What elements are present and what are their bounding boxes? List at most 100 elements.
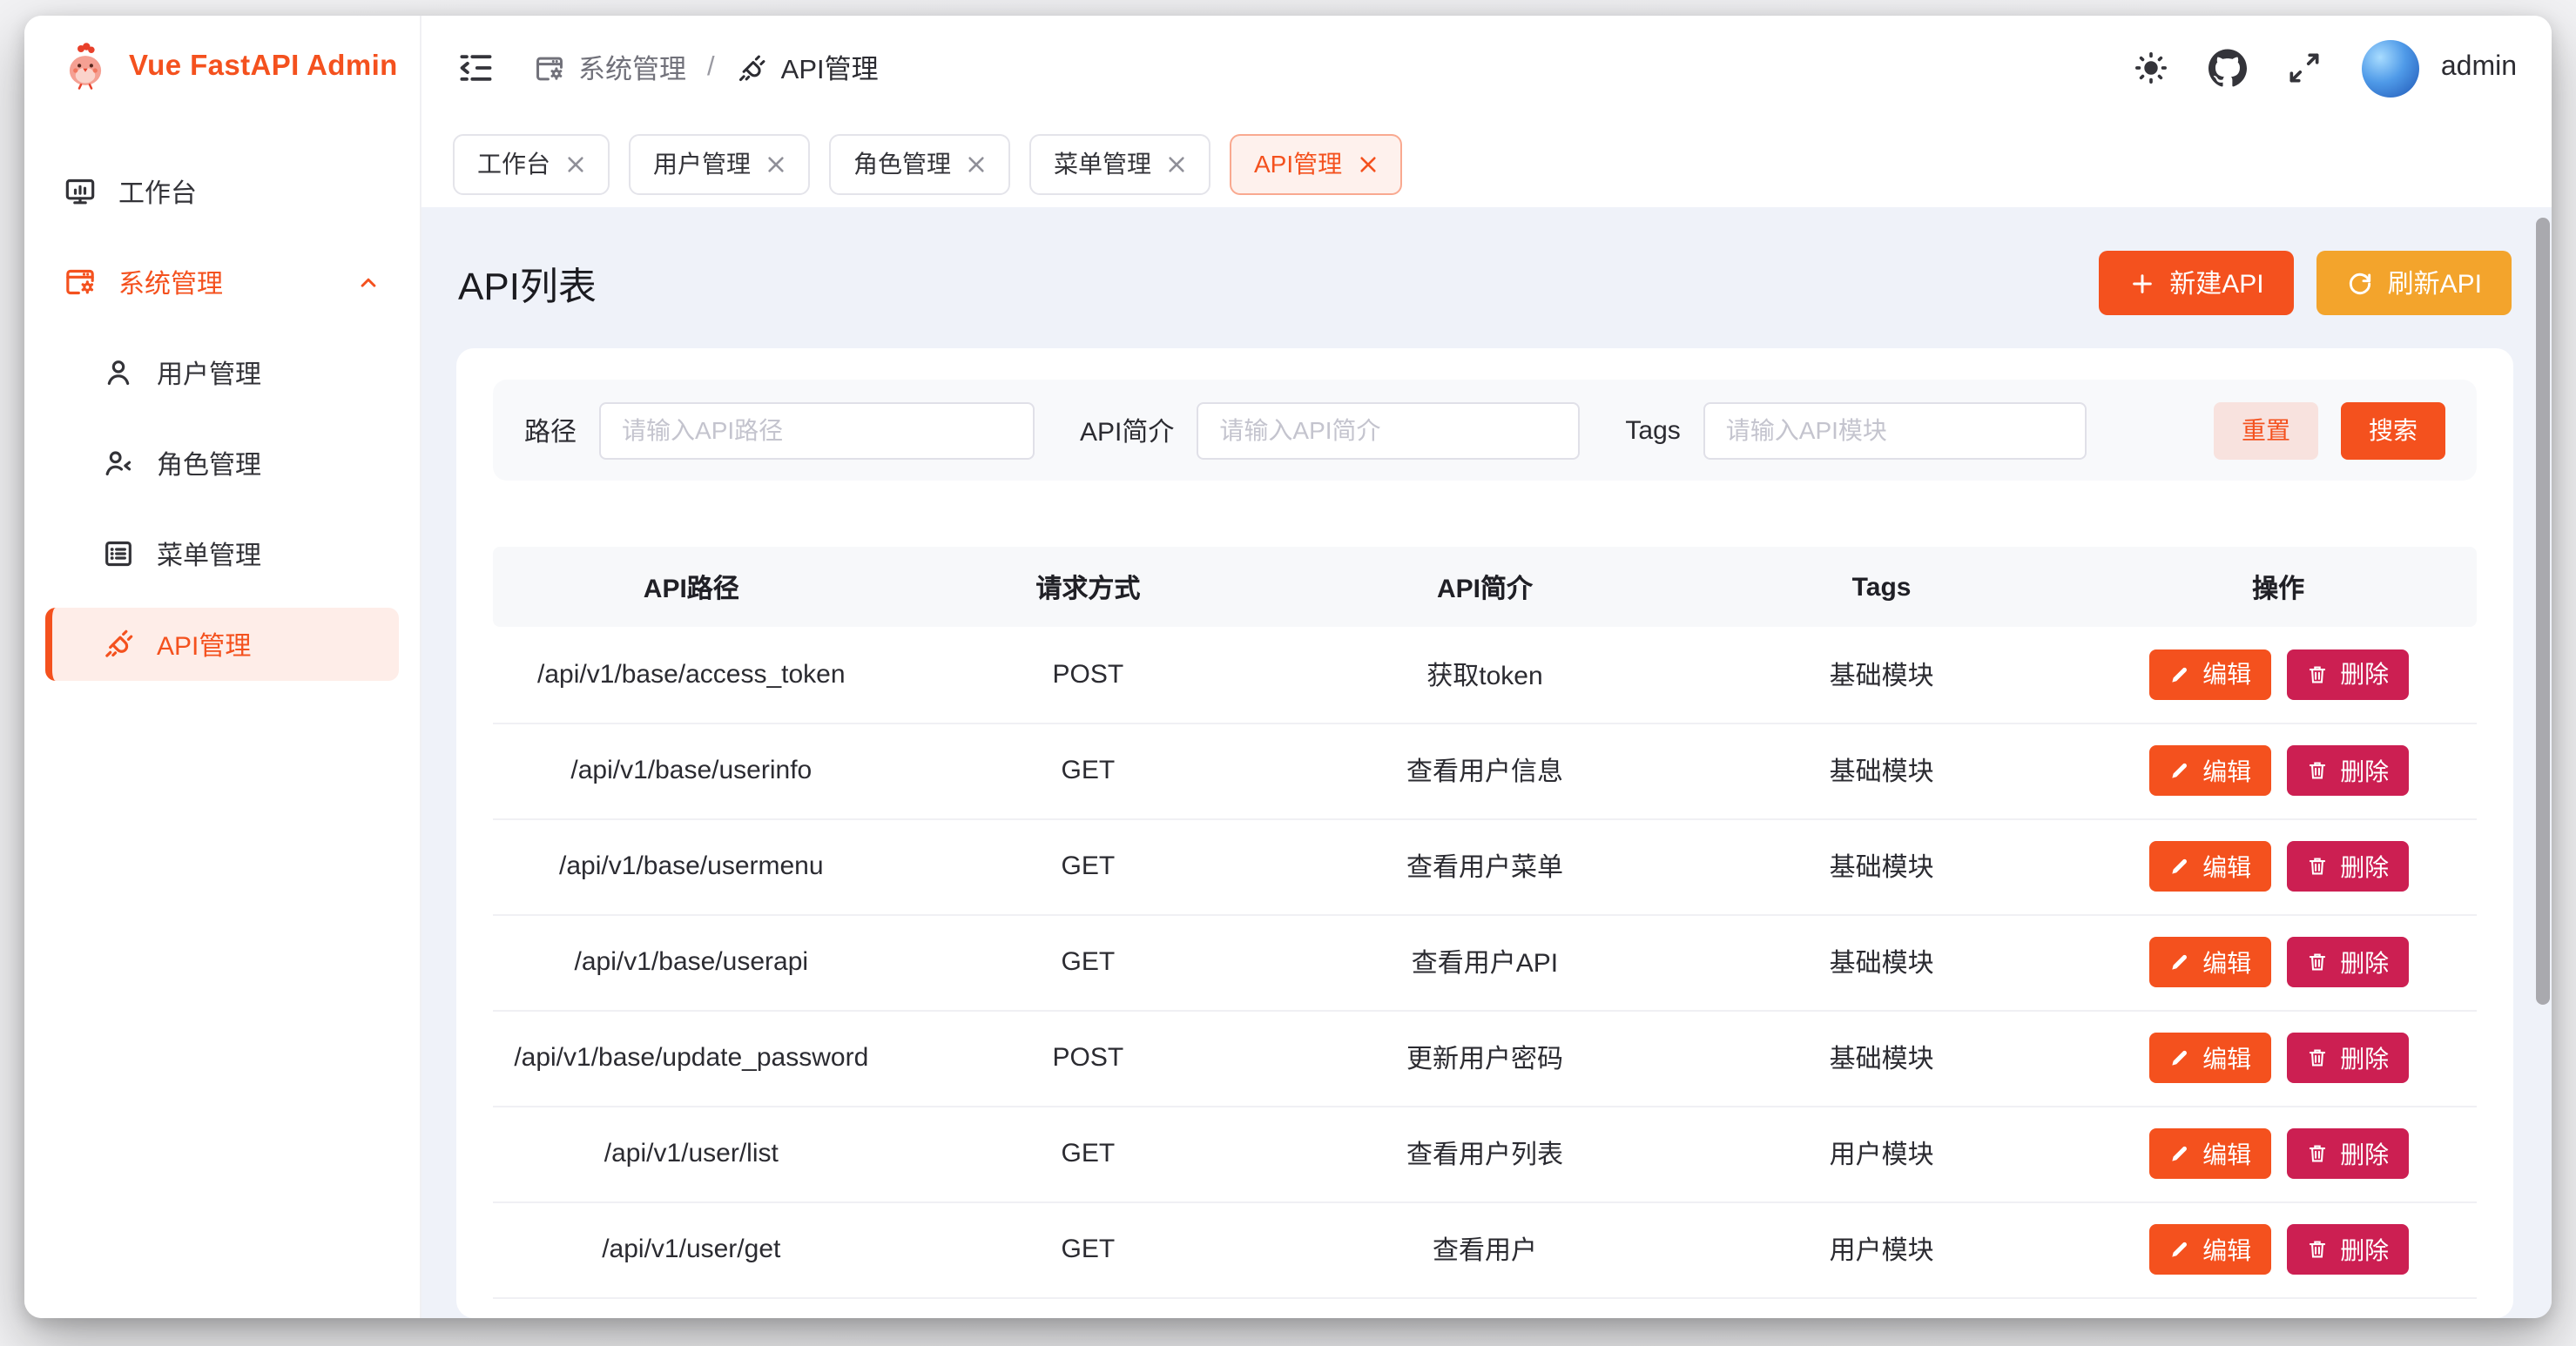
tab-close-icon[interactable]	[1167, 154, 1186, 173]
path-filter-input[interactable]	[599, 401, 1035, 459]
column-header-method: 请求方式	[890, 547, 1287, 627]
app-logo[interactable]: Vue FastAPI Admin	[24, 16, 420, 117]
tab-bar: 工作台 用户管理 角色管理 菜单管理 API管理	[421, 120, 2552, 207]
cell-method: GET	[890, 818, 1287, 914]
summary-filter-input[interactable]	[1197, 401, 1580, 459]
tab-menus[interactable]: 菜单管理	[1029, 133, 1210, 194]
role-icon	[101, 446, 136, 481]
sidebar-collapse-icon[interactable]	[456, 49, 495, 87]
edit-button[interactable]: 编辑	[2148, 1128, 2270, 1179]
desktop-background: Vue FastAPI Admin 工作台 系统管理	[0, 0, 2576, 1346]
tab-users[interactable]: 用户管理	[629, 133, 810, 194]
tags-filter-input[interactable]	[1703, 401, 2087, 459]
delete-button[interactable]: 删除	[2286, 841, 2408, 892]
table-row: /api/v1/base/userapi GET 查看用户API 基础模块 编辑…	[493, 914, 2477, 1010]
reset-button[interactable]: 重置	[2214, 401, 2318, 459]
pencil-icon	[2168, 1142, 2190, 1165]
sidebar-item-system[interactable]: 系统管理	[45, 246, 399, 319]
tab-roles[interactable]: 角色管理	[829, 133, 1010, 194]
cell-tags: 用户模块	[1683, 1106, 2080, 1201]
table-row: /api/v1/base/usermenu GET 查看用户菜单 基础模块 编辑…	[493, 818, 2477, 914]
cell-summary: 查看用户菜单	[1286, 818, 1683, 914]
page-title: API列表	[458, 255, 597, 311]
tab-label: 角色管理	[853, 146, 951, 181]
github-icon[interactable]	[2209, 49, 2248, 87]
tab-close-icon[interactable]	[1358, 154, 1377, 173]
pencil-icon	[2168, 951, 2190, 973]
user-icon	[101, 355, 136, 390]
trash-icon	[2305, 759, 2328, 782]
edit-button[interactable]: 编辑	[2148, 745, 2270, 796]
chick-logo-icon	[59, 40, 111, 92]
search-button[interactable]: 搜索	[2341, 401, 2445, 459]
page-header: API列表 新建API 刷新API	[421, 207, 2552, 348]
breadcrumb-item-system[interactable]: 系统管理	[533, 49, 686, 87]
breadcrumb-separator: /	[704, 52, 718, 84]
cell-path: /api/v1/base/userapi	[493, 914, 890, 1010]
sidebar-item-menus[interactable]: 菜单管理	[45, 517, 399, 590]
tab-label: 工作台	[477, 146, 550, 181]
tab-api[interactable]: API管理	[1230, 133, 1401, 194]
sidebar-item-api[interactable]: API管理	[45, 608, 399, 681]
cell-summary: 更新用户密码	[1286, 1010, 1683, 1106]
sidebar: Vue FastAPI Admin 工作台 系统管理	[24, 16, 421, 1318]
delete-button[interactable]: 删除	[2286, 937, 2408, 987]
column-header-tags: Tags	[1683, 547, 2080, 627]
app-window: Vue FastAPI Admin 工作台 系统管理	[24, 16, 2552, 1318]
delete-button[interactable]: 删除	[2286, 649, 2408, 700]
edit-button[interactable]: 编辑	[2148, 937, 2270, 987]
delete-button[interactable]: 删除	[2286, 1224, 2408, 1275]
tab-close-icon[interactable]	[967, 154, 986, 173]
edit-button[interactable]: 编辑	[2148, 841, 2270, 892]
plus-icon	[2128, 269, 2155, 297]
sidebar-item-users[interactable]: 用户管理	[45, 336, 399, 409]
delete-button[interactable]: 删除	[2286, 1128, 2408, 1179]
main-column: 系统管理 / API管理	[421, 16, 2552, 1318]
app-title: Vue FastAPI Admin	[129, 50, 398, 83]
cell-method: POST	[890, 1010, 1287, 1106]
breadcrumb-item-api[interactable]: API管理	[736, 49, 879, 87]
page-content: API列表 新建API 刷新API	[421, 207, 2552, 1318]
tab-label: 菜单管理	[1054, 146, 1151, 181]
breadcrumb: 系统管理 / API管理	[533, 49, 879, 87]
column-header-path: API路径	[493, 547, 890, 627]
theme-sun-icon[interactable]	[2133, 49, 2171, 87]
tab-close-icon[interactable]	[566, 154, 585, 173]
tab-close-icon[interactable]	[766, 154, 786, 173]
system-settings-icon	[63, 265, 98, 299]
vertical-scrollbar-thumb[interactable]	[2536, 218, 2550, 1005]
cell-path: /api/v1/user/list	[493, 1106, 890, 1201]
create-api-button[interactable]: 新建API	[2098, 251, 2293, 315]
sidebar-item-label: API管理	[157, 626, 251, 663]
tab-workbench[interactable]: 工作台	[453, 133, 610, 194]
sidebar-item-label: 工作台	[118, 173, 197, 210]
breadcrumb-label: 系统管理	[578, 49, 686, 87]
pencil-icon	[2168, 1238, 2190, 1261]
summary-filter-label: API简介	[1080, 412, 1174, 448]
chevron-up-icon	[355, 269, 381, 295]
fullscreen-icon[interactable]	[2286, 49, 2324, 87]
refresh-api-button[interactable]: 刷新API	[2316, 251, 2512, 315]
cell-tags: 基础模块	[1683, 723, 2080, 818]
sidebar-item-workbench[interactable]: 工作台	[45, 155, 399, 228]
cell-method: GET	[890, 1201, 1287, 1297]
delete-button[interactable]: 删除	[2286, 745, 2408, 796]
cell-tags: 基础模块	[1683, 914, 2080, 1010]
refresh-icon	[2346, 269, 2374, 297]
cell-method: GET	[890, 723, 1287, 818]
table-row: /api/v1/user/get GET 查看用户 用户模块 编辑 删除	[493, 1201, 2477, 1297]
cell-method: GET	[890, 1106, 1287, 1201]
trash-icon	[2305, 1238, 2328, 1261]
cell-tags: 基础模块	[1683, 818, 2080, 914]
tab-label: API管理	[1254, 146, 1342, 181]
user-avatar[interactable]	[2363, 39, 2420, 97]
cell-summary: 查看用户列表	[1286, 1106, 1683, 1201]
sidebar-item-roles[interactable]: 角色管理	[45, 427, 399, 500]
cell-path: /api/v1/base/userinfo	[493, 723, 890, 818]
edit-button[interactable]: 编辑	[2148, 1033, 2270, 1083]
edit-button[interactable]: 编辑	[2148, 1224, 2270, 1275]
pencil-icon	[2168, 663, 2190, 686]
cell-summary: 查看用户信息	[1286, 723, 1683, 818]
delete-button[interactable]: 删除	[2286, 1033, 2408, 1083]
edit-button[interactable]: 编辑	[2148, 649, 2270, 700]
